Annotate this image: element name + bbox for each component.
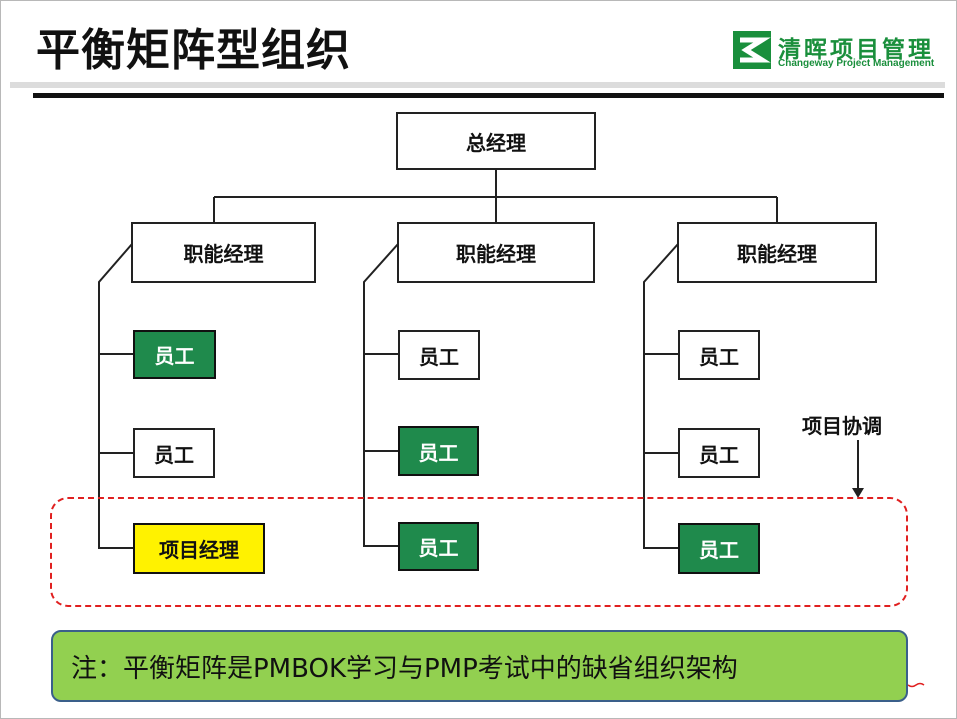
project-coordination-label: 项目协调	[802, 414, 882, 438]
staff-box: 员工	[133, 330, 216, 379]
functional-manager-box: 职能经理	[131, 222, 316, 283]
staff-box: 员工	[398, 330, 480, 380]
staff-box: 员工	[398, 426, 479, 476]
staff-box: 员工	[133, 428, 215, 478]
staff-box: 员工	[678, 428, 760, 478]
general-manager-box: 总经理	[396, 112, 596, 170]
footnote-text: 注：平衡矩阵是PMBOK学习与PMP考试中的缺省组织架构	[71, 653, 738, 684]
functional-manager-box: 职能经理	[397, 222, 595, 283]
footnote-banner: 注：平衡矩阵是PMBOK学习与PMP考试中的缺省组织架构	[51, 630, 908, 702]
functional-manager-box: 职能经理	[677, 222, 877, 283]
staff-box: 员工	[678, 330, 760, 380]
project-team-dashed-outline	[50, 497, 908, 607]
